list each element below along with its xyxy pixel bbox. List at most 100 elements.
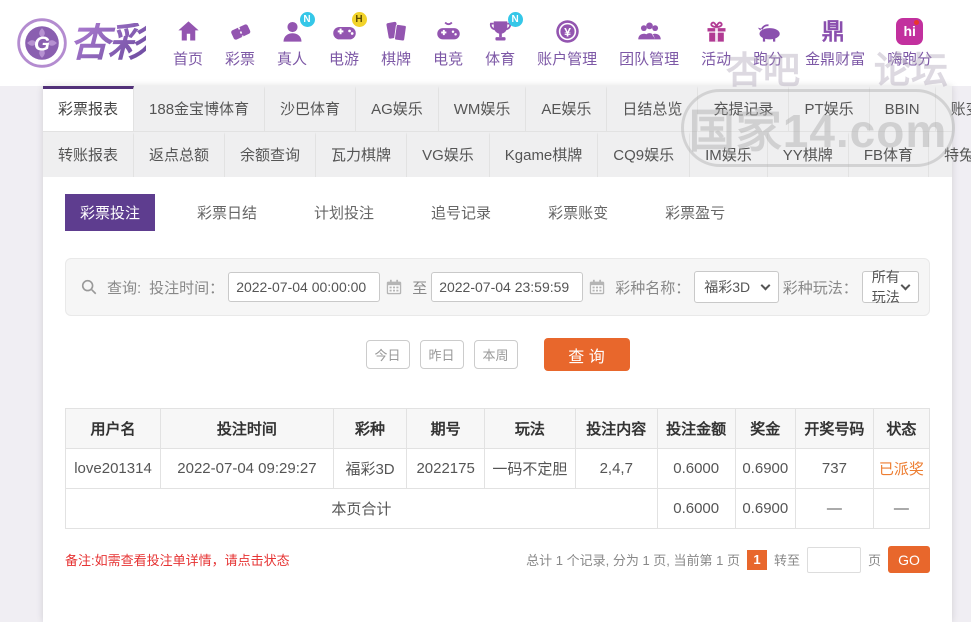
- report-tabs-row2: 转账报表 返点总额 余额查询 瓦力棋牌 VG娱乐 Kgame棋牌 CQ9娱乐 I…: [43, 132, 971, 177]
- tab-saba-sports[interactable]: 沙巴体育: [265, 86, 357, 131]
- tab-rebate-total[interactable]: 返点总额: [134, 132, 226, 177]
- chevron-down-icon: [900, 280, 911, 290]
- nav-item-sports[interactable]: N 体育: [485, 11, 523, 69]
- tab-cq9[interactable]: CQ9娱乐: [598, 132, 691, 177]
- current-page-button[interactable]: 1: [746, 549, 767, 570]
- nav-item-hi-paofen[interactable]: hi 嗨跑分: [887, 17, 932, 69]
- search-button[interactable]: 查 询: [543, 338, 630, 371]
- new-badge: N: [507, 11, 523, 27]
- tab-wm[interactable]: WM娱乐: [439, 86, 527, 131]
- bet-time-label: 投注时间：: [149, 279, 225, 297]
- col-username: 用户名: [64, 408, 162, 449]
- lottery-name-value: 福彩3D: [704, 279, 751, 295]
- summary-prize-total: 0.6900: [734, 488, 797, 529]
- nav-label: 活动: [701, 50, 732, 68]
- search-icon: [81, 279, 97, 295]
- rhino-icon: [755, 18, 782, 45]
- nav-item-boardgames[interactable]: 棋牌: [381, 18, 411, 69]
- this-week-button[interactable]: 本周: [473, 340, 518, 369]
- subtab-lottery-daily[interactable]: 彩票日结: [182, 194, 272, 231]
- tab-lottery-report[interactable]: 彩票报表: [43, 86, 135, 131]
- tab-kgame[interactable]: Kgame棋牌: [490, 132, 599, 177]
- tab-ag[interactable]: AG娱乐: [356, 86, 439, 131]
- col-draw-number: 开奖号码: [795, 408, 874, 449]
- calendar-icon[interactable]: [588, 278, 606, 296]
- nav-item-account-management[interactable]: ¥ 账户管理: [537, 18, 597, 69]
- subtab-lottery-bets[interactable]: 彩票投注: [65, 194, 156, 231]
- tab-tetu-boardgames[interactable]: 特兔棋牌: [929, 132, 971, 177]
- tab-daily-overview[interactable]: 日结总览: [607, 86, 699, 131]
- red-dot: [914, 19, 920, 25]
- pagination-summary: 总计 1 个记录, 分为 1 页, 当前第 1 页: [526, 553, 740, 568]
- yesterday-button[interactable]: 昨日: [419, 340, 464, 369]
- tab-yy-boardgames[interactable]: YY棋牌: [768, 132, 849, 177]
- nav-label: 金鼎财富: [805, 50, 866, 68]
- nav-item-esports[interactable]: 电竞: [433, 18, 463, 69]
- play-type-value: 所有玩法: [871, 269, 900, 305]
- calendar-icon[interactable]: [385, 278, 403, 296]
- tab-transfer-report[interactable]: 转账报表: [43, 132, 135, 177]
- search-label: 查询:: [107, 279, 142, 297]
- lottery-name-select[interactable]: 福彩3D: [694, 271, 779, 303]
- page: G 杏彩 首页 彩票 N 真人 H 电游 棋牌 电竞 N 体育 ¥ 账户管理 团…: [0, 0, 971, 622]
- time-from-input[interactable]: [228, 272, 381, 302]
- nav-item-egames[interactable]: H 电游: [329, 11, 367, 69]
- action-buttons: 今日 昨日 本周 查 询: [43, 338, 952, 371]
- col-play-type: 玩法: [484, 408, 576, 449]
- subtab-chase-records[interactable]: 追号记录: [416, 194, 506, 231]
- site-logo[interactable]: G 杏彩: [14, 15, 148, 71]
- nav-item-live[interactable]: N 真人: [277, 11, 315, 69]
- nav-label: 彩票: [225, 50, 256, 68]
- ding-glyph: 鼎: [821, 17, 845, 44]
- tab-im[interactable]: IM娱乐: [690, 132, 768, 177]
- goto-page-input[interactable]: [806, 546, 861, 573]
- tab-pt[interactable]: PT娱乐: [789, 86, 870, 131]
- cell-bet-content: 2,4,7: [574, 448, 658, 489]
- page-label: 页: [867, 553, 881, 568]
- tab-vg[interactable]: VG娱乐: [407, 132, 490, 177]
- nav-item-paofen[interactable]: 跑分: [753, 18, 783, 69]
- subtab-lottery-profit-loss[interactable]: 彩票盈亏: [650, 194, 740, 231]
- nav-label: 体育: [485, 50, 516, 68]
- play-type-select[interactable]: 所有玩法: [861, 269, 919, 305]
- tab-balance-query[interactable]: 余额查询: [225, 132, 317, 177]
- status-link[interactable]: 已派奖: [872, 448, 931, 489]
- nav-label: 棋牌: [381, 50, 412, 68]
- main-content-panel: 彩票报表 188金宝博体育 沙巴体育 AG娱乐 WM娱乐 AE娱乐 日结总览 充…: [43, 86, 971, 622]
- tab-fb-sports[interactable]: FB体育: [849, 132, 929, 177]
- nav-item-home[interactable]: 首页: [173, 18, 203, 69]
- subtab-lottery-account-change[interactable]: 彩票账变: [533, 194, 623, 231]
- nav-item-lottery[interactable]: 彩票: [225, 18, 255, 69]
- cell-prize: 0.6900: [734, 448, 797, 489]
- sports-trophy-icon: N: [487, 11, 523, 45]
- new-badge: N: [299, 11, 315, 27]
- tab-bbin[interactable]: BBIN: [870, 86, 936, 131]
- svg-text:¥: ¥: [564, 25, 571, 39]
- nav-item-team-management[interactable]: 团队管理: [619, 18, 679, 69]
- tab-188-sports[interactable]: 188金宝博体育: [134, 86, 266, 131]
- cell-bet-time: 2022-07-04 09:29:27: [160, 448, 334, 489]
- tab-ae[interactable]: AE娱乐: [526, 86, 608, 131]
- go-button[interactable]: GO: [888, 546, 930, 573]
- table-summary-row: 本页合计 0.6000 0.6900 — —: [65, 488, 931, 529]
- cell-play-type: 一码不定胆: [484, 448, 576, 489]
- tab-wali-boardgames[interactable]: 瓦力棋牌: [316, 132, 408, 177]
- nav-item-jinding-wealth[interactable]: 鼎 金鼎财富: [805, 18, 865, 69]
- report-tabs: 彩票报表 188金宝博体育 沙巴体育 AG娱乐 WM娱乐 AE娱乐 日结总览 充…: [43, 86, 971, 177]
- sub-tabs: 彩票投注 彩票日结 计划投注 追号记录 彩票账变 彩票盈亏: [65, 194, 930, 231]
- logo-flower-icon: G: [17, 18, 67, 68]
- summary-dash: —: [795, 488, 874, 529]
- summary-label: 本页合计: [65, 488, 658, 529]
- today-button[interactable]: 今日: [365, 340, 410, 369]
- to-label: 至: [412, 279, 428, 297]
- report-tabs-row1: 彩票报表 188金宝博体育 沙巴体育 AG娱乐 WM娱乐 AE娱乐 日结总览 充…: [43, 86, 971, 132]
- time-to-input[interactable]: [431, 272, 584, 302]
- subtab-plan-bets[interactable]: 计划投注: [299, 194, 389, 231]
- cell-issue: 2022175: [406, 448, 486, 489]
- esports-gamepad-icon: [435, 18, 462, 45]
- cell-bet-amount: 0.6000: [656, 448, 736, 489]
- tab-deposit-withdraw[interactable]: 充提记录: [698, 86, 790, 131]
- tab-account-change-report[interactable]: 账变报表: [936, 86, 971, 131]
- nav-item-activity[interactable]: 活动: [701, 18, 731, 69]
- note-text: 备注:如需查看投注单详情，请点击状态: [65, 553, 290, 568]
